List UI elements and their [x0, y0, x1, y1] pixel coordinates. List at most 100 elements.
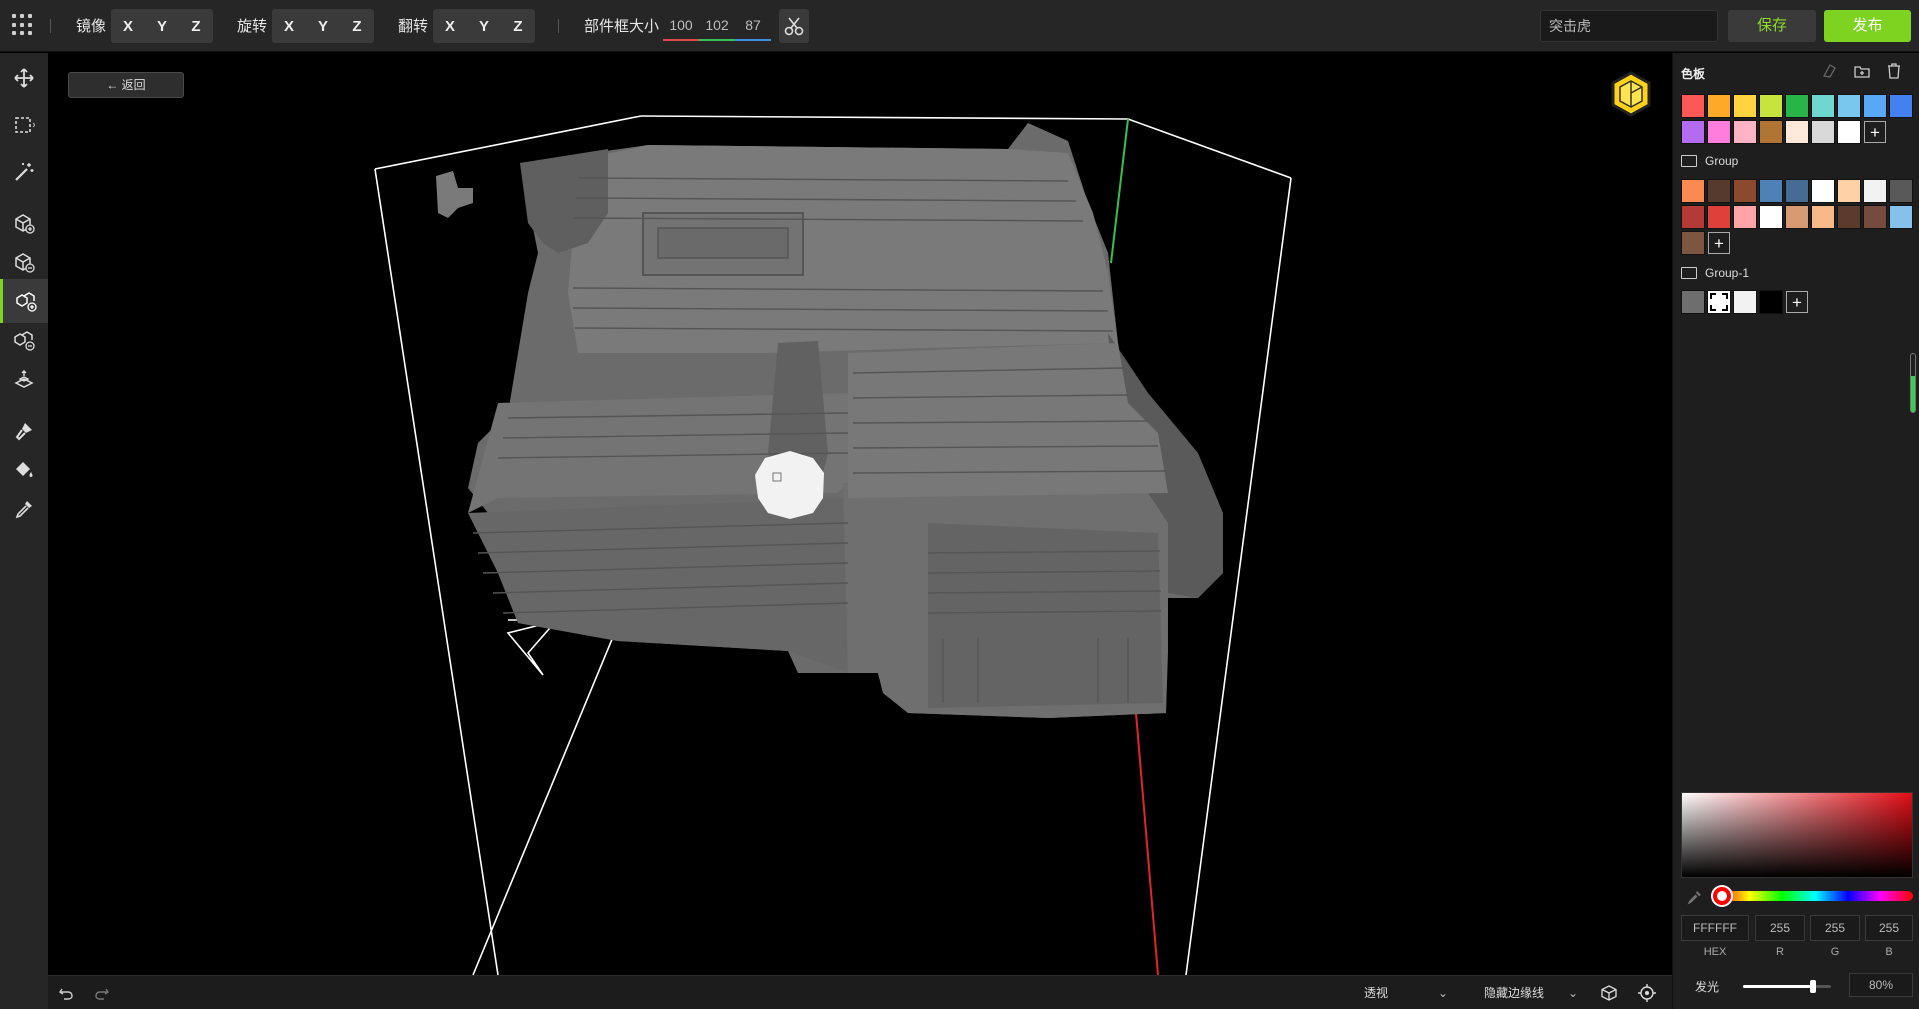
color-swatch[interactable]: [1889, 94, 1913, 118]
chevron-down-icon: ⌄: [1437, 986, 1448, 1000]
rotate-x-button[interactable]: X: [272, 18, 306, 35]
bbox-y-input[interactable]: 102: [699, 11, 735, 41]
color-swatch[interactable]: [1707, 120, 1731, 144]
add-color-button[interactable]: +: [1864, 121, 1886, 143]
color-swatch[interactable]: [1811, 94, 1835, 118]
color-swatch[interactable]: [1681, 120, 1705, 144]
color-swatch[interactable]: [1811, 179, 1835, 203]
paint-brush-tool[interactable]: [0, 409, 48, 453]
color-swatch[interactable]: [1811, 205, 1835, 229]
model-name-input[interactable]: 突击虎: [1540, 10, 1718, 42]
color-swatch[interactable]: [1733, 290, 1757, 314]
color-swatch[interactable]: [1681, 205, 1705, 229]
panel-scrollbar[interactable]: [1910, 353, 1916, 413]
eyedropper-icon[interactable]: [1687, 889, 1703, 905]
add-folder-icon[interactable]: [1853, 62, 1871, 80]
color-swatch[interactable]: [1863, 205, 1887, 229]
color-swatch[interactable]: [1785, 205, 1809, 229]
color-swatch[interactable]: [1811, 120, 1835, 144]
add-color-button[interactable]: +: [1708, 232, 1730, 254]
eraser-icon[interactable]: [1820, 62, 1838, 80]
glow-slider[interactable]: [1743, 985, 1831, 988]
magic-wand-tool[interactable]: [0, 150, 48, 194]
select-tool[interactable]: [0, 103, 48, 147]
mirror-z-button[interactable]: Z: [179, 18, 213, 35]
box-add-tool[interactable]: [0, 279, 48, 323]
fill-bucket-tool[interactable]: [0, 448, 48, 492]
color-swatch[interactable]: [1785, 179, 1809, 203]
apps-grid-icon[interactable]: [12, 14, 34, 36]
grid-cube-icon[interactable]: [1600, 984, 1618, 1002]
extrude-tool[interactable]: [0, 358, 48, 402]
color-swatch[interactable]: [1681, 94, 1705, 118]
color-picker-tool[interactable]: [0, 487, 48, 531]
view-cube-icon[interactable]: [1610, 71, 1652, 117]
mirror-x-button[interactable]: X: [111, 18, 145, 35]
bbox-x-input[interactable]: 100: [663, 11, 699, 41]
view-mode-select[interactable]: 透视 ⌄: [1358, 981, 1454, 1005]
color-swatch[interactable]: [1733, 120, 1757, 144]
delete-icon[interactable]: [1885, 62, 1903, 80]
color-swatch[interactable]: [1733, 94, 1757, 118]
color-swatch[interactable]: [1889, 179, 1913, 203]
color-swatch[interactable]: [1837, 94, 1861, 118]
r-input[interactable]: 255: [1755, 915, 1805, 941]
box-remove-tool[interactable]: [0, 318, 48, 362]
color-swatch[interactable]: [1707, 94, 1731, 118]
glow-slider-handle[interactable]: [1810, 980, 1817, 993]
color-swatch[interactable]: [1759, 94, 1783, 118]
save-button[interactable]: 保存: [1728, 10, 1816, 42]
undo-icon[interactable]: [58, 985, 74, 1001]
color-swatch[interactable]: [1733, 179, 1757, 203]
group-header[interactable]: Group-1: [1681, 266, 1749, 280]
group-header[interactable]: Group: [1681, 154, 1738, 168]
flip-x-button[interactable]: X: [433, 18, 467, 35]
hue-slider-handle[interactable]: [1713, 887, 1731, 905]
flip-y-button[interactable]: Y: [467, 18, 501, 35]
edge-mode-select[interactable]: 隐藏边缘线 ⌄: [1478, 981, 1584, 1005]
color-swatch[interactable]: [1681, 290, 1705, 314]
color-swatch[interactable]: [1759, 205, 1783, 229]
color-swatch[interactable]: [1759, 120, 1783, 144]
color-swatch[interactable]: [1681, 179, 1705, 203]
flip-z-button[interactable]: Z: [501, 18, 535, 35]
rotate-y-button[interactable]: Y: [306, 18, 340, 35]
add-color-button[interactable]: +: [1786, 291, 1808, 313]
glow-value-input[interactable]: 80%: [1849, 973, 1913, 997]
color-swatch[interactable]: [1759, 290, 1783, 314]
erase-voxel-tool[interactable]: [0, 240, 48, 284]
hue-slider[interactable]: [1717, 891, 1913, 901]
bbox-z-input[interactable]: 87: [735, 11, 771, 41]
saturation-picker[interactable]: [1681, 792, 1913, 878]
color-swatch[interactable]: [1785, 120, 1809, 144]
publish-button[interactable]: 发布: [1824, 10, 1911, 42]
color-swatch[interactable]: [1707, 179, 1731, 203]
color-swatch[interactable]: [1837, 205, 1861, 229]
color-swatch[interactable]: [1707, 205, 1731, 229]
g-input[interactable]: 255: [1810, 915, 1860, 941]
color-swatch[interactable]: [1889, 205, 1913, 229]
mirror-y-button[interactable]: Y: [145, 18, 179, 35]
scissors-icon[interactable]: [779, 9, 809, 43]
redo-icon[interactable]: [94, 985, 110, 1001]
glow-label: 发光: [1695, 980, 1720, 994]
rotate-z-button[interactable]: Z: [340, 18, 374, 35]
color-swatch[interactable]: [1733, 205, 1757, 229]
color-swatch[interactable]: [1837, 179, 1861, 203]
move-tool[interactable]: [0, 56, 48, 100]
color-swatch[interactable]: [1759, 179, 1783, 203]
main-swatch-row-2: +: [1681, 120, 1887, 144]
add-voxel-tool[interactable]: [0, 201, 48, 245]
palette-panel: 色板 + Group + Group-1 + FFFFFF 255 255 25…: [1672, 53, 1919, 1009]
hex-input[interactable]: FFFFFF: [1681, 915, 1749, 941]
back-button[interactable]: ← 返回: [68, 72, 184, 98]
color-swatch[interactable]: [1785, 94, 1809, 118]
color-swatch[interactable]: [1837, 120, 1861, 144]
color-swatch[interactable]: [1863, 94, 1887, 118]
color-swatch[interactable]: [1707, 290, 1731, 314]
color-swatch[interactable]: [1681, 231, 1705, 255]
color-swatch[interactable]: [1863, 179, 1887, 203]
b-input[interactable]: 255: [1865, 915, 1913, 941]
locate-target-icon[interactable]: [1638, 984, 1656, 1002]
3d-viewport[interactable]: ← 返回: [48, 53, 1672, 975]
